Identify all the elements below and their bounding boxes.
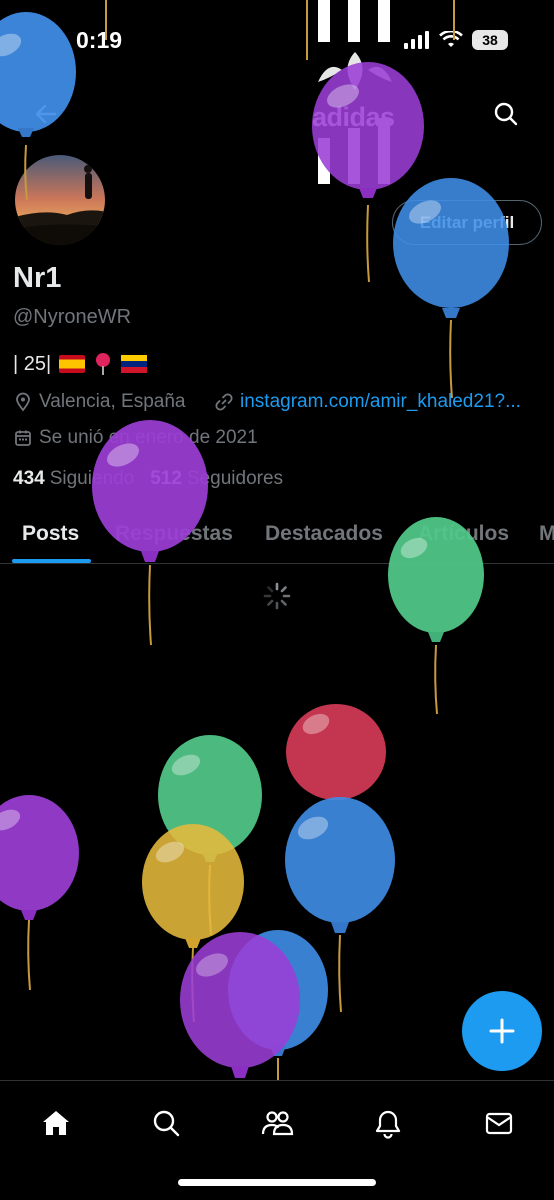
profile-display-name: Nr1: [13, 262, 62, 294]
balloon-blue-3: [285, 797, 395, 1013]
location-text: Valencia, España: [39, 391, 186, 412]
balloon-yellow-1: [142, 824, 244, 1023]
link-text[interactable]: instagram.com/amir_khaled21?...: [240, 391, 521, 413]
profile-handle: @NyroneWR: [13, 306, 132, 328]
tab-replies[interactable]: Respuestas: [115, 522, 233, 546]
plus-icon: [489, 1018, 515, 1044]
explore-icon: [153, 1110, 180, 1137]
link-icon: [215, 393, 233, 411]
spain-flag-icon: [59, 355, 86, 373]
nav-communities[interactable]: [255, 1101, 299, 1145]
tab-articles[interactable]: Artículos: [418, 522, 509, 546]
balloon-purple-4: [180, 932, 300, 1078]
tab-highlights[interactable]: Destacados: [265, 522, 383, 546]
profile-joined: Se unió en enero de 2021: [13, 427, 258, 449]
notifications-icon: [375, 1110, 401, 1139]
adidas-logo-icon: [318, 0, 392, 184]
follow-stats: 434 Siguiendo 512 Seguidores: [13, 468, 283, 490]
loading-spinner-icon: [263, 582, 291, 610]
communities-icon: [261, 1111, 294, 1136]
following-count: 434: [13, 468, 45, 489]
calendar-icon: [15, 430, 31, 446]
profile-bio: | 25|: [13, 352, 148, 376]
avatar[interactable]: [12, 152, 108, 248]
active-tab-indicator: [12, 559, 91, 563]
bio-text: | 25|: [13, 352, 52, 375]
nav-messages[interactable]: [477, 1101, 521, 1145]
home-icon: [43, 1111, 69, 1135]
followers-link[interactable]: 512 Seguidores: [150, 468, 283, 490]
followers-count: 512: [150, 468, 182, 489]
tab-posts[interactable]: Posts: [22, 522, 79, 546]
following-label: Siguiendo: [49, 468, 135, 489]
venezuela-flag-icon: [121, 355, 148, 373]
compose-post-button[interactable]: [462, 991, 542, 1071]
nav-notifications[interactable]: [366, 1101, 410, 1145]
messages-icon: [485, 1112, 513, 1135]
back-button[interactable]: [28, 96, 64, 132]
following-link[interactable]: 434 Siguiendo: [13, 468, 134, 490]
followers-label: Seguidores: [186, 468, 284, 489]
round-pushpin-icon: [96, 353, 111, 375]
location-pin-icon: [16, 392, 30, 412]
avatar-image: [15, 155, 105, 245]
edit-profile-button[interactable]: Editar perfil: [392, 200, 542, 245]
profile-location: Valencia, España: [13, 391, 185, 413]
back-arrow-icon: [35, 104, 57, 124]
balloon-green-2: [158, 735, 262, 936]
balloon-purple-3: [0, 795, 79, 991]
search-icon: [494, 102, 518, 126]
nav-home[interactable]: [34, 1101, 78, 1145]
tab-media[interactable]: M: [539, 522, 554, 546]
banner-brand-wordmark: adidas: [312, 102, 395, 132]
profile-link[interactable]: instagram.com/amir_khaled21?...: [214, 391, 521, 413]
search-button[interactable]: [488, 96, 524, 132]
balloon-red-1: [286, 704, 386, 800]
home-indicator[interactable]: [178, 1179, 376, 1186]
nav-explore[interactable]: [144, 1101, 188, 1145]
balloon-blue-4: [228, 930, 328, 1082]
joined-text: Se unió en enero de 2021: [39, 427, 258, 448]
profile-tabs: Posts Respuestas Destacados Artículos M: [0, 508, 554, 564]
